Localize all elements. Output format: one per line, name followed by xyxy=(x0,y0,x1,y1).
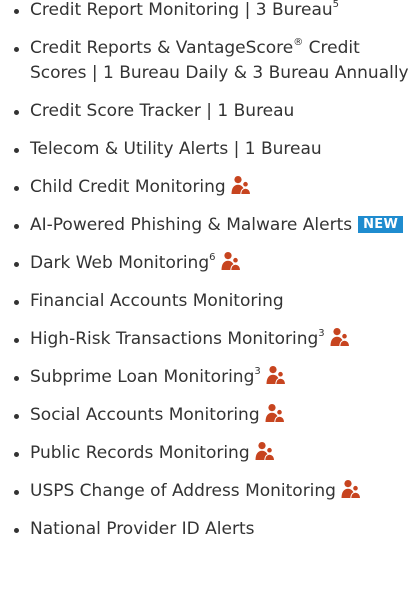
feature-item-social-accounts-monitoring: Social Accounts Monitoring xyxy=(12,403,410,428)
feature-item-national-provider-id: National Provider ID Alerts xyxy=(12,517,410,542)
feature-item-dark-web-monitoring: Dark Web Monitoring6 xyxy=(12,251,410,276)
registered-mark: ® xyxy=(293,37,304,49)
footnote-marker: 6 xyxy=(209,252,216,264)
feature-label: Subprime Loan Monitoring xyxy=(30,367,255,387)
feature-label: Credit Report Monitoring | 3 Bureau xyxy=(30,0,333,20)
family-icon xyxy=(220,251,242,271)
footnote-marker: 3 xyxy=(254,366,261,378)
feature-item-high-risk-transactions: High-Risk Transactions Monitoring3 xyxy=(12,327,410,352)
family-icon xyxy=(329,327,351,347)
feature-label: Financial Accounts Monitoring xyxy=(30,291,284,311)
feature-label: Child Credit Monitoring xyxy=(30,177,226,197)
family-icon xyxy=(340,479,362,499)
feature-label: High-Risk Transactions Monitoring xyxy=(30,329,319,349)
feature-label: National Provider ID Alerts xyxy=(30,519,255,539)
feature-item-usps-change-of-address: USPS Change of Address Monitoring xyxy=(12,479,410,504)
feature-item-public-records-monitoring: Public Records Monitoring xyxy=(12,441,410,466)
feature-label: Credit Score Tracker | 1 Bureau xyxy=(30,101,295,121)
feature-label: Telecom & Utility Alerts | 1 Bureau xyxy=(30,139,322,159)
footnote-marker: 5 xyxy=(332,0,340,11)
feature-item-financial-accounts-monitoring: Financial Accounts Monitoring xyxy=(12,289,410,314)
feature-label: Public Records Monitoring xyxy=(30,443,250,463)
feature-label: USPS Change of Address Monitoring xyxy=(30,481,336,501)
feature-list: Credit Report Monitoring | 3 Bureau5 Cre… xyxy=(0,0,410,542)
feature-item-credit-score-tracker: Credit Score Tracker | 1 Bureau xyxy=(12,99,410,124)
feature-item-credit-report-monitoring: Credit Report Monitoring | 3 Bureau5 xyxy=(12,0,410,23)
family-icon xyxy=(264,403,286,423)
family-icon xyxy=(254,441,276,461)
new-badge: NEW xyxy=(358,216,404,233)
feature-item-subprime-loan-monitoring: Subprime Loan Monitoring3 xyxy=(12,365,410,390)
family-icon xyxy=(230,175,252,195)
feature-item-telecom-utility-alerts: Telecom & Utility Alerts | 1 Bureau xyxy=(12,137,410,162)
footnote-marker: 3 xyxy=(318,328,325,340)
feature-item-credit-reports-vantagescore: Credit Reports & VantageScore® Credit Sc… xyxy=(12,36,410,86)
feature-label: Dark Web Monitoring xyxy=(30,253,210,273)
feature-label: Social Accounts Monitoring xyxy=(30,405,260,425)
feature-label: Credit Reports & VantageScore xyxy=(30,38,294,58)
feature-item-child-credit-monitoring: Child Credit Monitoring xyxy=(12,175,410,200)
family-icon xyxy=(265,365,287,385)
feature-item-phishing-malware-alerts: AI-Powered Phishing & Malware Alerts NEW xyxy=(12,213,410,238)
feature-label: AI-Powered Phishing & Malware Alerts xyxy=(30,215,353,235)
